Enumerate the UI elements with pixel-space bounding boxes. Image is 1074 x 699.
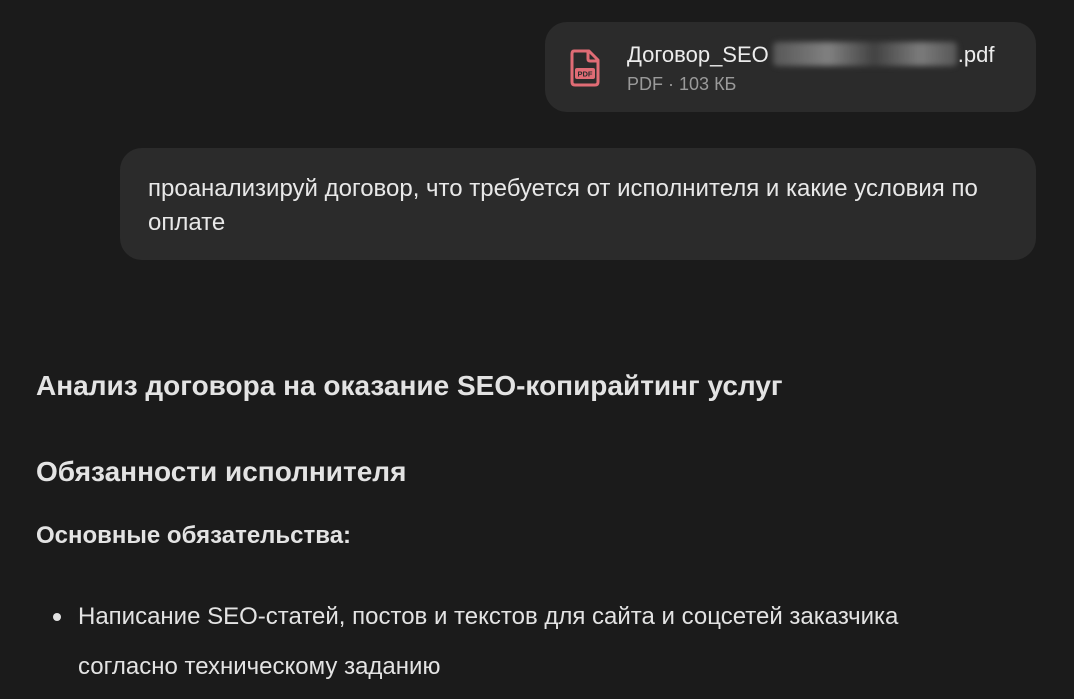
meta-separator: · (668, 74, 675, 94)
pdf-icon-label: PDF (578, 70, 593, 79)
pdf-file-icon: PDF (570, 49, 600, 87)
attachment-card[interactable]: PDF Договор_SEO .pdf PDF · 103 КБ (545, 22, 1036, 112)
attachment-filename[interactable]: Договор_SEO .pdf (627, 42, 994, 68)
answer-title: Анализ договора на оказание SEO-копирайт… (36, 370, 783, 401)
redacted-filename-part (772, 42, 957, 66)
filename-suffix: .pdf (957, 42, 995, 67)
user-message-text: проанализируй договор, что требуется от … (148, 175, 978, 236)
attachment-size: 103 КБ (679, 74, 737, 94)
subsection-title: Основные обязательства: (36, 522, 352, 549)
bullet-icon (53, 613, 61, 621)
attachment-type: PDF (627, 74, 663, 94)
filename-prefix: Договор_SEO (627, 42, 769, 67)
list-item: Написание SEO-статей, постов и текстов д… (36, 592, 936, 692)
list-item-text: Написание SEO-статей, постов и текстов д… (78, 603, 899, 680)
attachment-meta: PDF · 103 КБ (627, 74, 736, 95)
section-title: Обязанности исполнителя (36, 456, 407, 487)
user-message-bubble: проанализируй договор, что требуется от … (120, 148, 1036, 260)
chat-page: PDF Договор_SEO .pdf PDF · 103 КБ проанал… (0, 0, 1074, 699)
obligations-list: Написание SEO-статей, постов и текстов д… (36, 592, 936, 692)
